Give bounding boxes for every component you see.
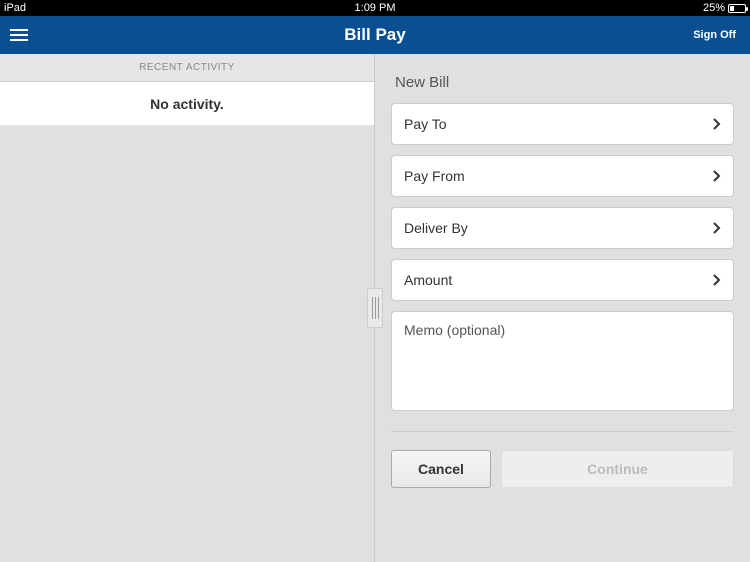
menu-button[interactable] bbox=[0, 16, 38, 54]
chevron-right-icon bbox=[713, 170, 721, 182]
device-label: iPad bbox=[4, 2, 26, 14]
pay-from-row[interactable]: Pay From bbox=[391, 155, 734, 197]
divider bbox=[391, 431, 734, 432]
deliver-by-row[interactable]: Deliver By bbox=[391, 207, 734, 249]
deliver-by-label: Deliver By bbox=[404, 220, 468, 236]
page-title: Bill Pay bbox=[0, 25, 750, 45]
cancel-button[interactable]: Cancel bbox=[391, 450, 491, 488]
recent-activity-panel: RECENT ACTIVITY No activity. bbox=[0, 54, 375, 562]
continue-button: Continue bbox=[501, 450, 734, 488]
empty-activity-row: No activity. bbox=[0, 82, 374, 126]
panel-resize-handle[interactable] bbox=[367, 288, 383, 328]
content-area: RECENT ACTIVITY No activity. New Bill Pa… bbox=[0, 54, 750, 562]
battery-percent: 25% bbox=[703, 2, 725, 14]
form-title: New Bill bbox=[391, 54, 734, 103]
amount-row[interactable]: Amount bbox=[391, 259, 734, 301]
pay-from-label: Pay From bbox=[404, 168, 465, 184]
button-row: Cancel Continue bbox=[391, 450, 734, 488]
chevron-right-icon bbox=[713, 118, 721, 130]
amount-label: Amount bbox=[404, 272, 452, 288]
chevron-right-icon bbox=[713, 222, 721, 234]
battery-icon bbox=[728, 4, 746, 13]
pay-to-row[interactable]: Pay To bbox=[391, 103, 734, 145]
sign-off-button[interactable]: Sign Off bbox=[687, 25, 742, 45]
recent-activity-header: RECENT ACTIVITY bbox=[0, 54, 374, 82]
new-bill-panel: New Bill Pay To Pay From Deliver By Amou… bbox=[375, 54, 750, 562]
clock: 1:09 PM bbox=[4, 2, 746, 14]
status-bar: iPad 1:09 PM 25% bbox=[0, 0, 750, 16]
pay-to-label: Pay To bbox=[404, 116, 447, 132]
hamburger-icon bbox=[10, 34, 28, 36]
nav-bar: Bill Pay Sign Off bbox=[0, 16, 750, 54]
chevron-right-icon bbox=[713, 274, 721, 286]
memo-input[interactable]: Memo (optional) bbox=[391, 311, 734, 411]
battery-status: 25% bbox=[703, 2, 746, 14]
